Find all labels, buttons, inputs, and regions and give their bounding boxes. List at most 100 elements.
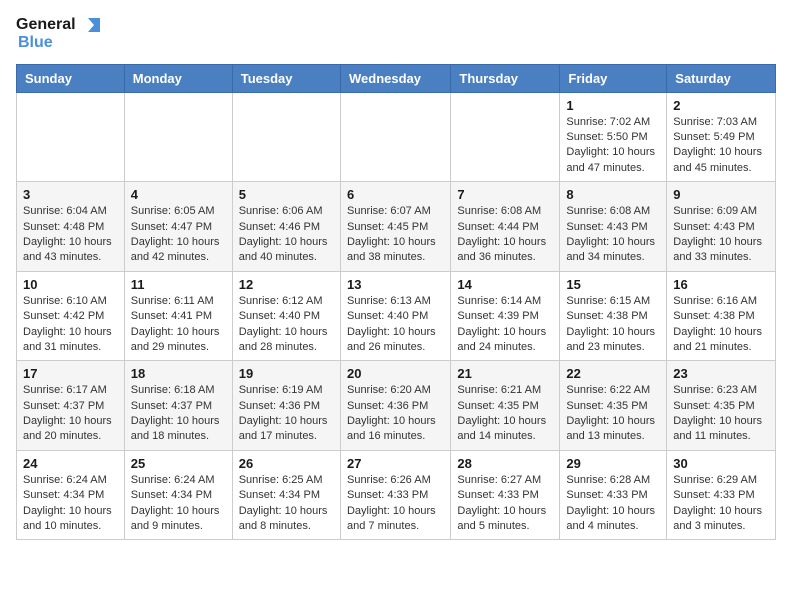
calendar-cell: 27 Sunrise: 6:26 AMSunset: 4:33 PMDayligh… [340,450,450,540]
calendar-cell: 6 Sunrise: 6:07 AMSunset: 4:45 PMDaylight… [340,182,450,272]
calendar-week-row: 17Sunrise: 6:17 AMSunset: 4:37 PMDayligh… [17,361,776,451]
day-number: 21 [457,366,553,381]
calendar-cell: 16 Sunrise: 6:16 AMSunset: 4:38 PMDayligh… [667,271,776,361]
calendar-cell [340,92,450,182]
calendar-cell: 24Sunrise: 6:24 AMSunset: 4:34 PMDayligh… [17,450,125,540]
day-info: Sunrise: 6:21 AMSunset: 4:35 PMDaylight:… [457,383,553,445]
day-number: 18 [131,366,226,381]
day-info: Sunrise: 6:10 AMSunset: 4:42 PMDaylight:… [23,294,118,356]
day-info: Sunrise: 6:11 AMSunset: 4:41 PMDaylight:… [131,294,226,356]
day-info: Sunrise: 6:18 AMSunset: 4:37 PMDaylight:… [131,383,226,445]
calendar-cell: 14 Sunrise: 6:14 AMSunset: 4:39 PMDayligh… [451,271,560,361]
day-header-monday: Monday [124,64,232,92]
logo-chevron-icon [78,16,100,34]
calendar-week-row: 1Sunrise: 7:02 AMSunset: 5:50 PMDaylight… [17,92,776,182]
calendar-cell: 23 Sunrise: 6:23 AMSunset: 4:35 PMDayligh… [667,361,776,451]
day-info: Sunrise: 6:09 AMSunset: 4:43 PMDaylight:… [673,204,769,266]
day-number: 1 [566,98,660,113]
calendar-week-row: 24Sunrise: 6:24 AMSunset: 4:34 PMDayligh… [17,450,776,540]
day-info: Sunrise: 6:24 AMSunset: 4:34 PMDaylight:… [131,473,226,535]
day-header-tuesday: Tuesday [232,64,340,92]
day-info: Sunrise: 6:16 AMSunset: 4:38 PMDaylight:… [673,294,769,356]
day-number: 3 [23,187,118,202]
day-number: 6 [347,187,444,202]
day-info: Sunrise: 6:25 AMSunset: 4:34 PMDaylight:… [239,473,334,535]
calendar-cell: 26 Sunrise: 6:25 AMSunset: 4:34 PMDayligh… [232,450,340,540]
calendar-cell: 21 Sunrise: 6:21 AMSunset: 4:35 PMDayligh… [451,361,560,451]
day-info: Sunrise: 6:07 AMSunset: 4:45 PMDaylight:… [347,204,444,266]
day-number: 16 [673,277,769,292]
day-number: 8 [566,187,660,202]
day-number: 26 [239,456,334,471]
day-info: Sunrise: 7:03 AMSunset: 5:49 PMDaylight:… [673,115,769,177]
calendar-cell: 5 Sunrise: 6:06 AMSunset: 4:46 PMDaylight… [232,182,340,272]
calendar-table: SundayMondayTuesdayWednesdayThursdayFrid… [16,64,776,541]
day-info: Sunrise: 6:22 AMSunset: 4:35 PMDaylight:… [566,383,660,445]
day-info: Sunrise: 6:26 AMSunset: 4:33 PMDaylight:… [347,473,444,535]
day-info: Sunrise: 6:06 AMSunset: 4:46 PMDaylight:… [239,204,334,266]
calendar-cell: 9 Sunrise: 6:09 AMSunset: 4:43 PMDaylight… [667,182,776,272]
calendar-cell: 8Sunrise: 6:08 AMSunset: 4:43 PMDaylight… [560,182,667,272]
day-number: 23 [673,366,769,381]
calendar-cell [451,92,560,182]
calendar-cell: 4Sunrise: 6:05 AMSunset: 4:47 PMDaylight… [124,182,232,272]
calendar-header-row: SundayMondayTuesdayWednesdayThursdayFrid… [17,64,776,92]
day-number: 4 [131,187,226,202]
day-number: 25 [131,456,226,471]
day-number: 20 [347,366,444,381]
calendar-cell: 1Sunrise: 7:02 AMSunset: 5:50 PMDaylight… [560,92,667,182]
day-info: Sunrise: 6:20 AMSunset: 4:36 PMDaylight:… [347,383,444,445]
calendar-cell: 29Sunrise: 6:28 AMSunset: 4:33 PMDayligh… [560,450,667,540]
calendar-cell: 3 Sunrise: 6:04 AMSunset: 4:48 PMDaylight… [17,182,125,272]
calendar-cell: 15Sunrise: 6:15 AMSunset: 4:38 PMDayligh… [560,271,667,361]
day-number: 5 [239,187,334,202]
day-number: 17 [23,366,118,381]
day-header-saturday: Saturday [667,64,776,92]
calendar-week-row: 3 Sunrise: 6:04 AMSunset: 4:48 PMDaylight… [17,182,776,272]
day-number: 28 [457,456,553,471]
day-info: Sunrise: 6:15 AMSunset: 4:38 PMDaylight:… [566,294,660,356]
calendar-cell: 25 Sunrise: 6:24 AMSunset: 4:34 PMDayligh… [124,450,232,540]
calendar-week-row: 10 Sunrise: 6:10 AMSunset: 4:42 PMDayligh… [17,271,776,361]
day-number: 9 [673,187,769,202]
day-info: Sunrise: 6:27 AMSunset: 4:33 PMDaylight:… [457,473,553,535]
calendar-cell: 20 Sunrise: 6:20 AMSunset: 4:36 PMDayligh… [340,361,450,451]
calendar-cell: 30 Sunrise: 6:29 AMSunset: 4:33 PMDayligh… [667,450,776,540]
day-info: Sunrise: 6:12 AMSunset: 4:40 PMDaylight:… [239,294,334,356]
day-number: 30 [673,456,769,471]
calendar-cell: 22 Sunrise: 6:22 AMSunset: 4:35 PMDayligh… [560,361,667,451]
day-header-wednesday: Wednesday [340,64,450,92]
day-header-thursday: Thursday [451,64,560,92]
day-number: 22 [566,366,660,381]
day-info: Sunrise: 6:13 AMSunset: 4:40 PMDaylight:… [347,294,444,356]
day-info: Sunrise: 6:23 AMSunset: 4:35 PMDaylight:… [673,383,769,445]
calendar-cell: 11 Sunrise: 6:11 AMSunset: 4:41 PMDayligh… [124,271,232,361]
calendar-cell: 19 Sunrise: 6:19 AMSunset: 4:36 PMDayligh… [232,361,340,451]
logo: General Blue [16,16,100,52]
day-number: 12 [239,277,334,292]
day-number: 11 [131,277,226,292]
calendar-cell: 13 Sunrise: 6:13 AMSunset: 4:40 PMDayligh… [340,271,450,361]
day-info: Sunrise: 6:19 AMSunset: 4:36 PMDaylight:… [239,383,334,445]
day-number: 10 [23,277,118,292]
day-number: 19 [239,366,334,381]
calendar-cell: 18 Sunrise: 6:18 AMSunset: 4:37 PMDayligh… [124,361,232,451]
day-number: 14 [457,277,553,292]
logo-blue: Blue [18,34,53,52]
calendar-cell: 17Sunrise: 6:17 AMSunset: 4:37 PMDayligh… [17,361,125,451]
calendar-cell: 7Sunrise: 6:08 AMSunset: 4:44 PMDaylight… [451,182,560,272]
calendar-cell: 12 Sunrise: 6:12 AMSunset: 4:40 PMDayligh… [232,271,340,361]
day-number: 29 [566,456,660,471]
calendar-cell [124,92,232,182]
calendar-cell: 2 Sunrise: 7:03 AMSunset: 5:49 PMDaylight… [667,92,776,182]
day-number: 2 [673,98,769,113]
day-info: Sunrise: 6:04 AMSunset: 4:48 PMDaylight:… [23,204,118,266]
day-info: Sunrise: 6:29 AMSunset: 4:33 PMDaylight:… [673,473,769,535]
day-header-friday: Friday [560,64,667,92]
day-info: Sunrise: 6:14 AMSunset: 4:39 PMDaylight:… [457,294,553,356]
day-number: 27 [347,456,444,471]
day-number: 13 [347,277,444,292]
day-info: Sunrise: 6:24 AMSunset: 4:34 PMDaylight:… [23,473,118,535]
day-header-sunday: Sunday [17,64,125,92]
calendar-cell: 10 Sunrise: 6:10 AMSunset: 4:42 PMDayligh… [17,271,125,361]
